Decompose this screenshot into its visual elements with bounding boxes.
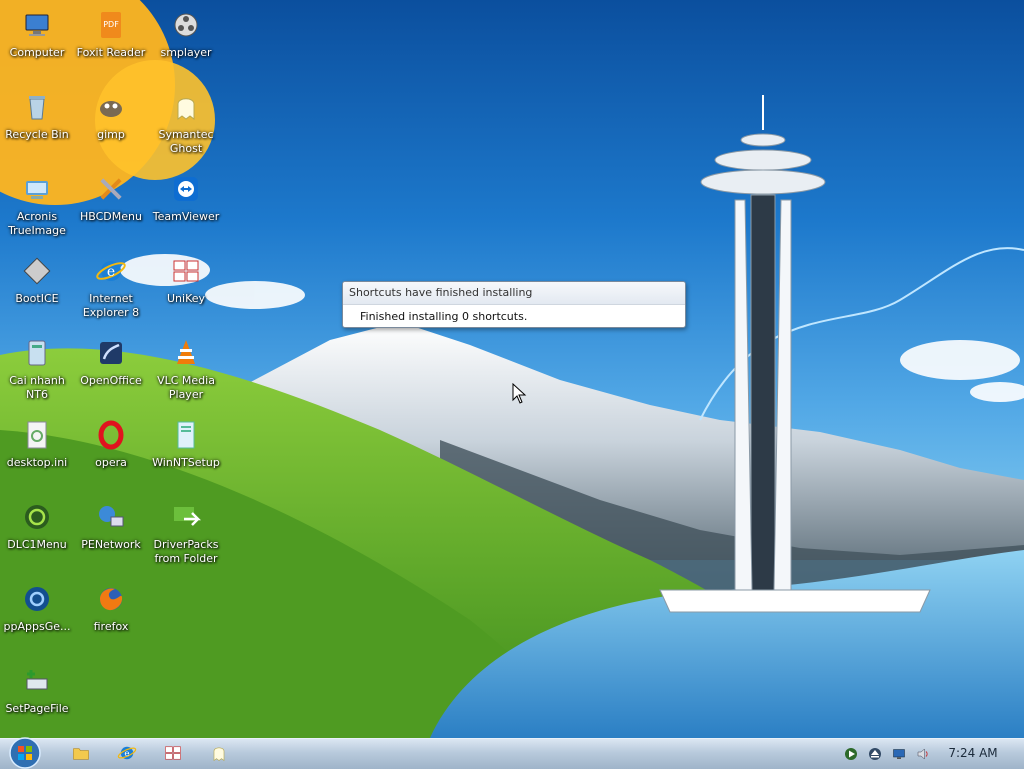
taskbar-clock[interactable]: 7:24 AM: [936, 746, 1010, 760]
desktop-icon-label: Recycle Bin: [5, 128, 69, 141]
desktop-icon[interactable]: gimp: [74, 86, 148, 164]
desktop-icon[interactable]: DLC1Menu: [0, 496, 74, 574]
desktop-icon-label: TeamViewer: [152, 210, 220, 223]
taskbar: e 7:24 AM: [0, 736, 1024, 770]
desktop-icon[interactable]: TeamViewer: [149, 168, 223, 246]
desktop-icon-label: SetPageFile: [5, 702, 69, 715]
taskbar-pinned-button[interactable]: e: [114, 742, 140, 766]
desktop-icon[interactable]: PENetwork: [74, 496, 148, 574]
unikey-icon: [169, 254, 203, 288]
ppapps-icon: [20, 582, 54, 616]
ghost-icon: [169, 90, 203, 124]
mouse-cursor-icon: [512, 383, 527, 404]
eject-icon[interactable]: [866, 745, 884, 763]
desktop-icon-label: desktop.ini: [6, 456, 68, 469]
openoffice-icon: [94, 336, 128, 370]
tools-icon: [94, 172, 128, 206]
pagefile-icon: [20, 664, 54, 698]
taskbar-pinned-button[interactable]: [206, 742, 232, 766]
desktop-icon-label: firefox: [93, 620, 129, 633]
svg-text:e: e: [107, 264, 115, 280]
desktop-icon-label: Foxit Reader: [76, 46, 146, 59]
taskbar-pinned-button[interactable]: [160, 742, 186, 766]
speaker-icon[interactable]: [914, 745, 932, 763]
desktop-icon-label: opera: [95, 456, 127, 469]
desktop-icon[interactable]: desktop.ini: [0, 414, 74, 492]
windows-start-icon: [9, 737, 41, 769]
desktop-icon-label: DLC1Menu: [7, 538, 67, 551]
taskbar-pinned-button[interactable]: [68, 742, 94, 766]
desktop-icon[interactable]: OpenOffice: [74, 332, 148, 410]
desktop-icon[interactable]: Cai nhanh NT6: [0, 332, 74, 410]
desktop-icon-label: ppAppsGe...: [3, 620, 71, 633]
pdf-icon: PDF: [94, 8, 128, 42]
setup-icon: [169, 418, 203, 452]
bootice-icon: [20, 254, 54, 288]
settings-file-icon: [20, 418, 54, 452]
desktop-icon-label: HBCDMenu: [80, 210, 142, 223]
desktop-icon-label: DriverPacks from Folder: [153, 538, 219, 565]
desktop-icon-label: Computer: [9, 46, 65, 59]
desktop-icon[interactable]: Computer: [0, 4, 74, 82]
gimp-icon: [94, 90, 128, 124]
desktop[interactable]: Computer PDF Foxit Reader smplayer Recycle B…: [0, 0, 1024, 738]
notification-message: Finished installing 0 shortcuts.: [360, 310, 528, 323]
desktop-icon[interactable]: VLC Media Player: [149, 332, 223, 410]
desktop-icon-label: smplayer: [160, 46, 212, 59]
driverpacks-icon: [169, 500, 203, 534]
desktop-icon-label: WinNTSetup: [152, 456, 220, 469]
svg-text:PDF: PDF: [103, 20, 119, 29]
desktop-icon[interactable]: firefox: [74, 578, 148, 656]
installer-icon: [20, 336, 54, 370]
desktop-icon-label: VLC Media Player: [157, 374, 215, 401]
vlc-cone-icon: [169, 336, 203, 370]
desktop-icon-label: gimp: [97, 128, 125, 141]
desktop-icon-label: Symantec Ghost: [158, 128, 214, 155]
notification-balloon[interactable]: Shortcuts have finished installing Finis…: [342, 281, 686, 328]
internet-explorer-icon: e: [94, 254, 128, 288]
opera-icon: [94, 418, 128, 452]
teamviewer-icon: [169, 172, 203, 206]
play-icon[interactable]: [842, 745, 860, 763]
svg-text:e: e: [124, 749, 129, 759]
desktop-icon-label: OpenOffice: [80, 374, 142, 387]
display-icon[interactable]: [890, 745, 908, 763]
desktop-icon[interactable]: BootICE: [0, 250, 74, 328]
folder-icon: [71, 743, 91, 766]
desktop-icon[interactable]: smplayer: [149, 4, 223, 82]
network-icon: [94, 500, 128, 534]
acronis-icon: [20, 172, 54, 206]
desktop-icon[interactable]: Acronis TrueImage: [0, 168, 74, 246]
unikey-icon: [163, 743, 183, 766]
desktop-icon[interactable]: PDF Foxit Reader: [74, 4, 148, 82]
computer-icon: [20, 8, 54, 42]
desktop-icon[interactable]: WinNTSetup: [149, 414, 223, 492]
desktop-icon-label: Internet Explorer 8: [82, 292, 140, 319]
desktop-icon[interactable]: ppAppsGe...: [0, 578, 74, 656]
desktop-icon[interactable]: Symantec Ghost: [149, 86, 223, 164]
notification-title: Shortcuts have finished installing: [343, 282, 685, 305]
desktop-icon-label: PENetwork: [81, 538, 141, 551]
internet-explorer-icon: e: [117, 743, 137, 766]
desktop-icon[interactable]: SetPageFile: [0, 660, 74, 738]
desktop-icon-label: BootICE: [15, 292, 59, 305]
ghost-icon: [209, 743, 229, 766]
start-button[interactable]: [6, 736, 44, 770]
desktop-icon[interactable]: opera: [74, 414, 148, 492]
desktop-icon[interactable]: e Internet Explorer 8: [74, 250, 148, 328]
desktop-icon[interactable]: UniKey: [149, 250, 223, 328]
film-reel-icon: [169, 8, 203, 42]
desktop-icon-label: Cai nhanh NT6: [9, 374, 65, 401]
desktop-icon-label: UniKey: [166, 292, 206, 305]
desktop-icon[interactable]: DriverPacks from Folder: [149, 496, 223, 574]
desktop-icon-label: Acronis TrueImage: [8, 210, 66, 237]
firefox-icon: [94, 582, 128, 616]
desktop-icon[interactable]: HBCDMenu: [74, 168, 148, 246]
desktop-icon[interactable]: Recycle Bin: [0, 86, 74, 164]
dlc-icon: [20, 500, 54, 534]
recycle-bin-icon: [20, 90, 54, 124]
